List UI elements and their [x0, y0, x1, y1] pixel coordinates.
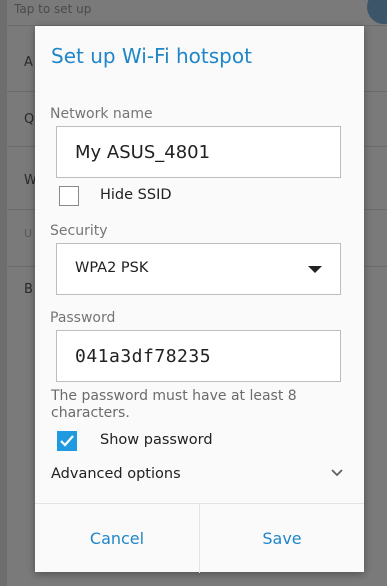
save-button[interactable]: Save	[200, 504, 364, 573]
hide-ssid-checkbox[interactable]	[59, 186, 79, 206]
show-password-label: Show password	[100, 432, 213, 448]
dropdown-arrow-icon	[308, 266, 322, 273]
checkbox-check-icon	[60, 435, 74, 447]
password-label: Password	[50, 310, 116, 326]
background-row-letter: U	[24, 227, 33, 240]
security-dropdown[interactable]: WPA2 PSK	[56, 243, 341, 295]
security-label: Security	[50, 223, 108, 239]
chevron-down-icon[interactable]	[330, 468, 344, 478]
cancel-button[interactable]: Cancel	[35, 504, 200, 573]
background-toggle	[367, 0, 387, 24]
security-value: WPA2 PSK	[75, 260, 149, 276]
hide-ssid-label: Hide SSID	[100, 187, 172, 203]
background-row-letter: B	[24, 282, 33, 297]
network-name-label: Network name	[50, 106, 153, 122]
dialog-title: Set up Wi-Fi hotspot	[51, 44, 252, 68]
background-top-text: Tap to set up	[14, 2, 92, 16]
background-row-letter: Q	[24, 112, 35, 127]
network-name-field[interactable]: My ASUS_4801	[56, 126, 341, 178]
dialog-footer: Cancel Save	[35, 503, 364, 573]
network-name-value: My ASUS_4801	[75, 142, 211, 163]
show-password-checkbox[interactable]	[57, 431, 77, 451]
background-row-letter: A	[24, 55, 33, 70]
password-field[interactable]: 041a3df78235	[56, 330, 341, 382]
password-hint: The password must have at least 8 charac…	[51, 388, 297, 421]
wifi-hotspot-dialog: Set up Wi-Fi hotspot Network name My ASU…	[35, 26, 364, 573]
password-value: 041a3df78235	[75, 346, 212, 367]
advanced-options-label[interactable]: Advanced options	[51, 466, 181, 482]
